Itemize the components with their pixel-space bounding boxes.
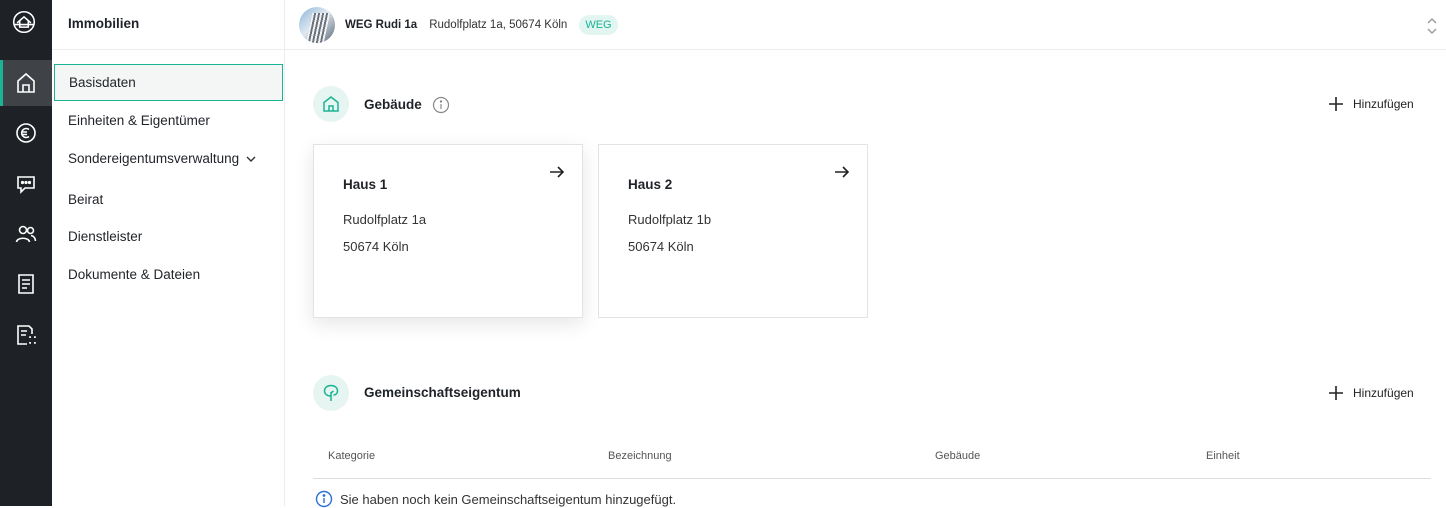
- chat-icon: [17, 176, 35, 194]
- arrow-right-icon[interactable]: [833, 163, 851, 181]
- subnav-item-label: Dienstleister: [68, 229, 143, 244]
- rail-messages[interactable]: [0, 161, 52, 207]
- building-card[interactable]: Haus 1 Rudolfplatz 1a 50674 Köln: [313, 144, 583, 318]
- rail-contacts[interactable]: [0, 211, 52, 257]
- chevron-down-icon: [246, 156, 256, 162]
- subnav-item-dokumente[interactable]: Dokumente & Dateien: [54, 256, 283, 293]
- subnav-title: Immobilien: [52, 0, 284, 50]
- info-icon[interactable]: [432, 96, 450, 114]
- property-address: Rudolfplatz 1a, 50674 Köln: [429, 18, 568, 31]
- building-card-street: Rudolfplatz 1b: [628, 212, 712, 227]
- building-card-street: Rudolfplatz 1a: [343, 212, 427, 227]
- add-building-button[interactable]: Hinzufügen: [1327, 95, 1414, 113]
- sub-navigation: Immobilien Basisdaten Einheiten & Eigent…: [52, 0, 285, 506]
- common-property-section-icon: [313, 375, 349, 411]
- add-building-label: Hinzufügen: [1353, 97, 1414, 111]
- building-card[interactable]: Haus 2 Rudolfplatz 1b 50674 Köln: [598, 144, 868, 318]
- plus-icon: [1329, 386, 1343, 400]
- rail-finance[interactable]: [0, 110, 52, 156]
- subnav-item-beirat[interactable]: Beirat: [54, 181, 283, 218]
- property-header: WEG Rudi 1a Rudolfplatz 1a, 50674 Köln W…: [285, 0, 1446, 50]
- common-property-table-header: Kategorie Bezeichnung Gebäude Einheit: [313, 447, 1431, 479]
- building-card-title: Haus 2: [628, 177, 673, 192]
- property-avatar: [299, 6, 335, 43]
- plus-icon: [1329, 97, 1343, 111]
- rail-documents[interactable]: [0, 261, 52, 307]
- subnav-item-label: Beirat: [68, 192, 104, 207]
- home-icon: [17, 72, 35, 93]
- info-icon: [315, 490, 333, 508]
- people-icon: [15, 225, 37, 243]
- euro-icon: [16, 123, 36, 143]
- column-header-bezeichnung[interactable]: Bezeichnung: [608, 450, 672, 462]
- building-card-title: Haus 1: [343, 177, 388, 192]
- building-card-city: 50674 Köln: [343, 239, 409, 254]
- arrow-right-icon[interactable]: [548, 163, 566, 181]
- buildings-title: Gebäude: [364, 97, 422, 112]
- home-icon: [323, 96, 339, 112]
- column-header-kategorie[interactable]: Kategorie: [328, 450, 375, 462]
- subnav-item-label: Dokumente & Dateien: [68, 267, 201, 282]
- empty-state-text: Sie haben noch kein Gemeinschaftseigentu…: [340, 491, 677, 507]
- house-logo-icon[interactable]: [12, 10, 40, 38]
- subnav-item-label: Basisdaten: [69, 75, 136, 90]
- subnav-item-basisdaten[interactable]: Basisdaten: [54, 64, 283, 101]
- document-list-icon: [18, 274, 34, 294]
- column-header-gebaeude[interactable]: Gebäude: [935, 450, 980, 462]
- document-scan-icon: [17, 325, 36, 345]
- building-section-icon: [313, 86, 349, 122]
- main-content: WEG Rudi 1a Rudolfplatz 1a, 50674 Köln W…: [285, 0, 1446, 508]
- tree-icon: [323, 384, 339, 401]
- rail-home[interactable]: [0, 60, 52, 106]
- icon-rail: [0, 0, 52, 506]
- property-name: WEG Rudi 1a: [345, 18, 418, 31]
- add-common-property-button[interactable]: Hinzufügen: [1327, 384, 1414, 402]
- column-header-einheit[interactable]: Einheit: [1206, 450, 1240, 462]
- subnav-item-dienstleister[interactable]: Dienstleister: [54, 218, 283, 255]
- empty-state-message: Sie haben noch kein Gemeinschaftseigentu…: [315, 490, 676, 508]
- subnav-item-einheiten[interactable]: Einheiten & Eigentümer: [54, 102, 283, 139]
- subnav-item-sondereigentum[interactable]: Sondereigentumsverwaltung: [54, 140, 283, 177]
- add-common-property-label: Hinzufügen: [1353, 386, 1414, 400]
- property-type-badge: WEG: [579, 14, 618, 35]
- switch-property-icon[interactable]: [1426, 15, 1438, 37]
- subnav-item-label: Einheiten & Eigentümer: [68, 113, 210, 128]
- building-card-city: 50674 Köln: [628, 239, 694, 254]
- common-property-title: Gemeinschaftseigentum: [364, 385, 521, 400]
- rail-scans[interactable]: [0, 312, 52, 358]
- subnav-item-label: Sondereigentumsverwaltung: [68, 151, 240, 166]
